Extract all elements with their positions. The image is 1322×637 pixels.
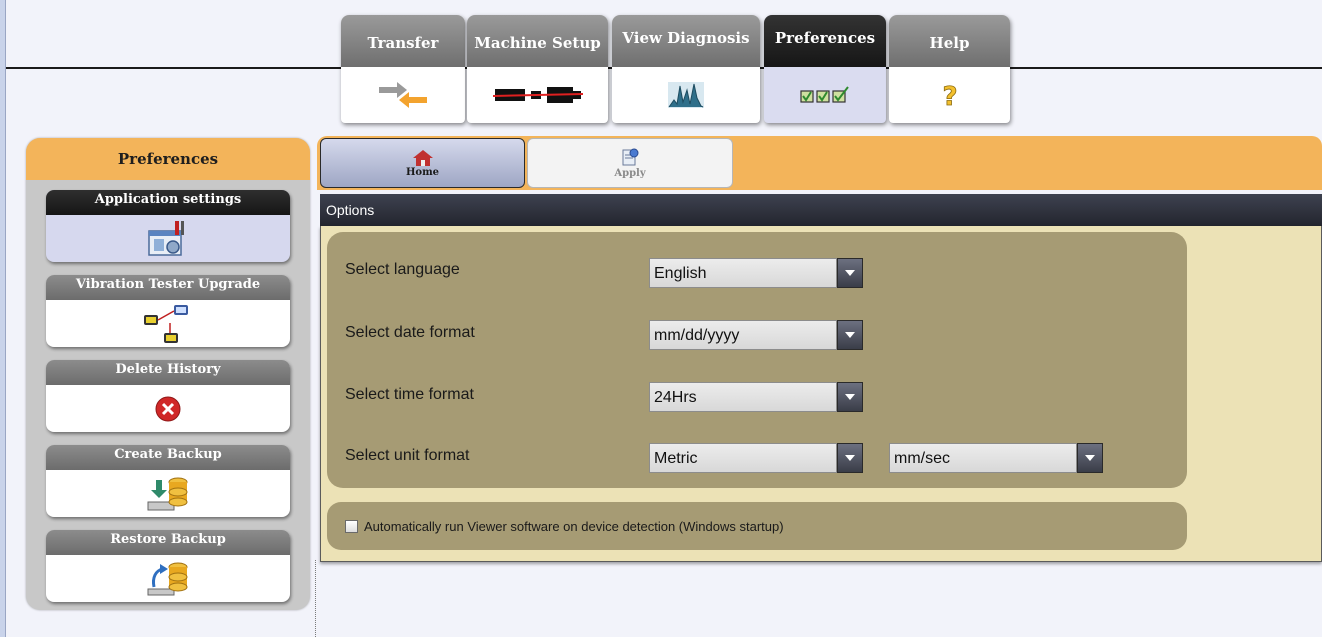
side-item-label: Application settings [46,190,290,215]
auto-run-label: Automatically run Viewer software on dev… [364,518,784,534]
tab-view-diagnosis[interactable]: View Diagnosis [612,15,760,123]
side-item-label: Vibration Tester Upgrade [46,275,290,300]
apply-button[interactable]: Apply [527,138,733,188]
home-button[interactable]: Home [320,138,525,188]
velocity-unit-select[interactable]: mm/sec [889,443,1103,473]
settings-group: Select language English Select date form… [327,232,1187,488]
chevron-down-icon[interactable] [837,320,863,350]
side-item-delete-history[interactable]: Delete History [46,360,290,432]
tab-transfer[interactable]: Transfer [341,15,465,123]
side-item-label: Create Backup [46,445,290,470]
options-header: Options [320,194,1322,226]
application-settings-icon [148,220,184,256]
create-backup-icon [147,477,188,510]
tab-view-diagnosis-label: View Diagnosis [612,15,760,67]
svg-text:?: ? [942,82,957,109]
window-left-edge [0,0,6,637]
startup-option-group: Automatically run Viewer software on dev… [327,502,1187,550]
velocity-unit-select-value: mm/sec [889,443,1077,473]
panel-divider [315,560,316,637]
action-toolbar: Home Apply [317,136,1322,190]
tab-machine-setup[interactable]: Machine Setup [467,15,608,123]
language-select-value: English [649,258,837,288]
checkboxes-icon [800,86,849,103]
side-item-restore-backup[interactable]: Restore Backup [46,530,290,602]
date-format-select[interactable]: mm/dd/yyyy [649,320,863,350]
chevron-down-icon[interactable] [1077,443,1103,473]
auto-run-checkbox[interactable] [345,519,358,533]
language-label: Select language [345,261,460,278]
unit-format-select-value: Metric [649,443,837,473]
question-icon: ? [942,82,958,109]
date-format-select-value: mm/dd/yyyy [649,320,837,350]
home-icon [412,149,433,166]
apply-button-label: Apply [614,167,646,179]
tab-preferences[interactable]: Preferences [764,15,886,123]
restore-backup-icon [147,562,188,595]
tab-transfer-label: Transfer [341,15,465,67]
chevron-down-icon[interactable] [837,443,863,473]
preferences-side-panel: Preferences Application settings Vibrati… [26,138,310,610]
options-panel: Select language English Select date form… [320,226,1322,562]
time-format-select-value: 24Hrs [649,382,837,412]
side-item-application-settings[interactable]: Application settings [46,190,290,262]
side-item-label: Delete History [46,360,290,385]
transfer-arrows-icon [379,82,427,108]
side-item-label: Restore Backup [46,530,290,555]
tab-help[interactable]: Help ? [889,15,1010,123]
unit-format-select[interactable]: Metric [649,443,863,473]
spectrum-icon [668,82,704,108]
side-item-vibration-tester-upgrade[interactable]: Vibration Tester Upgrade [46,275,290,347]
home-button-label: Home [405,166,440,178]
chevron-down-icon[interactable] [837,258,863,288]
options-title: Options [326,202,375,218]
tab-help-label: Help [889,15,1010,67]
delete-icon [155,396,181,421]
machine-coupling-icon [492,87,583,103]
unit-format-label: Select unit format [345,447,470,464]
date-format-label: Select date format [345,324,475,341]
time-format-label: Select time format [345,386,474,403]
tab-machine-setup-label: Machine Setup [467,15,608,67]
apply-icon [622,148,639,165]
side-panel-title: Preferences [26,138,310,180]
tester-upgrade-icon [144,304,188,343]
language-select[interactable]: English [649,258,863,288]
time-format-select[interactable]: 24Hrs [649,382,863,412]
side-item-create-backup[interactable]: Create Backup [46,445,290,517]
chevron-down-icon[interactable] [837,382,863,412]
tab-preferences-label: Preferences [764,15,886,67]
